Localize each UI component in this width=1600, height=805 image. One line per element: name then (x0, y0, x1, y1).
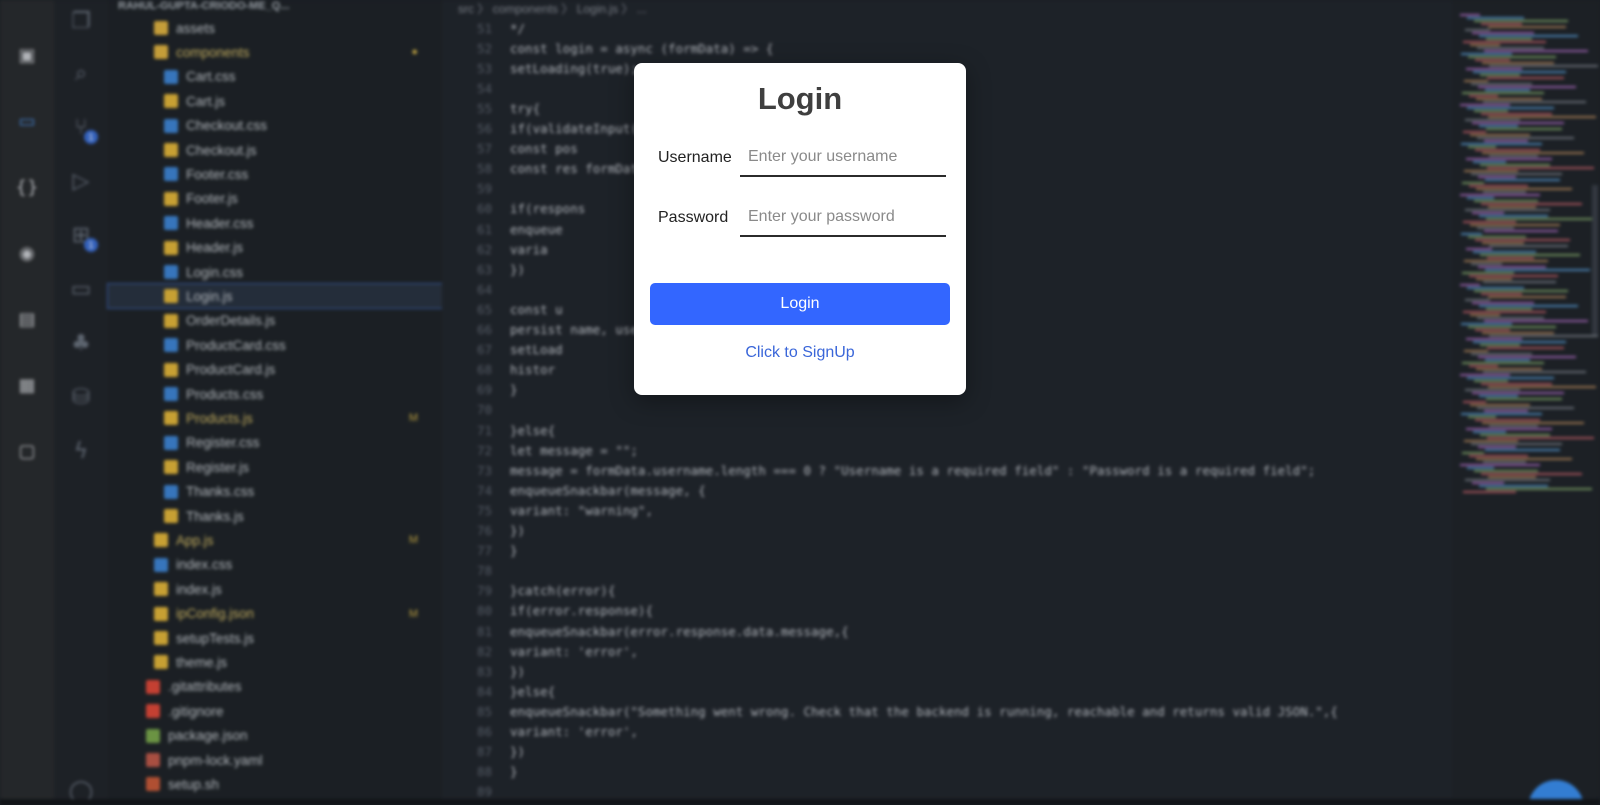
username-input[interactable] (740, 139, 946, 177)
password-row: Password (658, 199, 948, 239)
password-input[interactable] (740, 199, 946, 237)
username-row: Username (658, 139, 948, 179)
signup-link[interactable]: Click to SignUp (634, 344, 966, 362)
login-modal: Login Username Password Login Click to S… (634, 63, 966, 395)
login-title: Login (757, 81, 843, 116)
password-label: Password (658, 209, 729, 226)
username-label: Username (658, 149, 732, 166)
login-button[interactable]: Login (650, 283, 950, 325)
